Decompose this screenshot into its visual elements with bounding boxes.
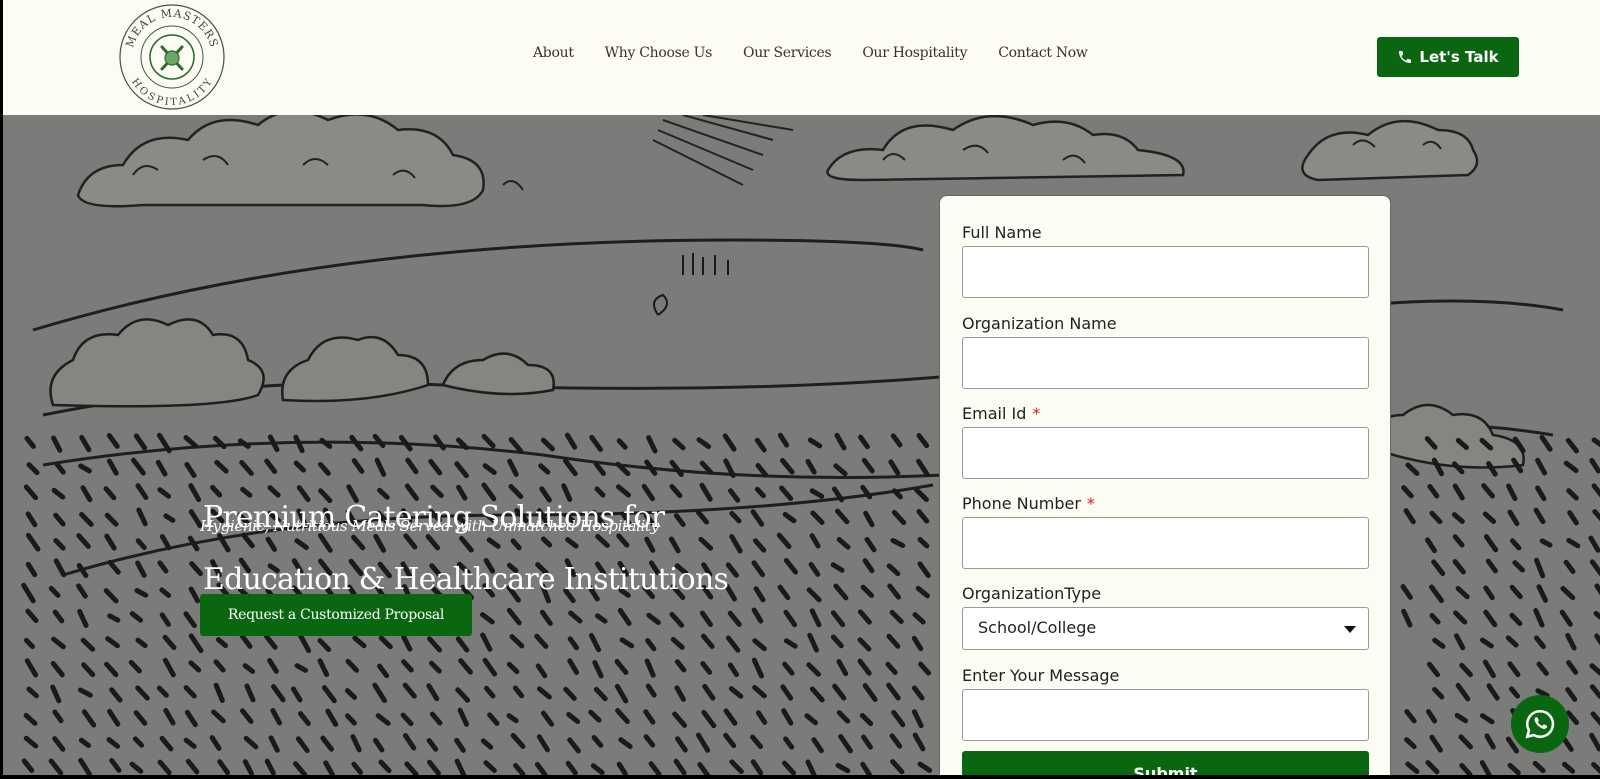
site-header: MEAL MASTERS HOSPITALITY About Why Choos… [3, 0, 1600, 115]
nav-our-services[interactable]: Our Services [743, 45, 832, 61]
org-type-select[interactable]: School/College [962, 607, 1369, 650]
lets-talk-button[interactable]: Let's Talk [1377, 37, 1519, 77]
brand-logo[interactable]: MEAL MASTERS HOSPITALITY [118, 3, 226, 111]
email-label: Email Id * [962, 404, 1041, 423]
request-proposal-button[interactable]: Request a Customized Proposal [200, 594, 472, 636]
hero-title: Premium Catering Solutions for Education… [203, 487, 763, 611]
required-mark: * [1032, 404, 1041, 423]
chevron-down-icon [1344, 626, 1356, 633]
full-name-input[interactable] [962, 246, 1369, 298]
phone-label: Phone Number * [962, 494, 1095, 513]
org-name-input[interactable] [962, 337, 1369, 389]
lets-talk-label: Let's Talk [1419, 48, 1499, 66]
required-mark: * [1086, 494, 1095, 513]
nav-about[interactable]: About [533, 45, 574, 61]
main-nav: About Why Choose Us Our Services Our Hos… [533, 45, 1119, 61]
org-type-label: OrganizationType [962, 584, 1102, 603]
phone-icon [1399, 51, 1412, 63]
nav-our-hospitality[interactable]: Our Hospitality [862, 45, 967, 61]
phone-input[interactable] [962, 517, 1369, 569]
contact-form: Full Name Organization Name Email Id * Ph… [939, 195, 1391, 779]
nav-why-choose-us[interactable]: Why Choose Us [605, 45, 713, 61]
full-name-label: Full Name [962, 223, 1042, 242]
whatsapp-icon [1525, 709, 1555, 739]
whatsapp-button[interactable] [1511, 695, 1569, 753]
bottom-edge [0, 775, 1600, 779]
message-input[interactable] [962, 689, 1369, 741]
hero-subtitle: Hygienic, Nutritious Meals Served with U… [200, 517, 659, 535]
email-input[interactable] [962, 427, 1369, 479]
message-label: Enter Your Message [962, 666, 1120, 685]
nav-contact-now[interactable]: Contact Now [998, 45, 1088, 61]
org-type-value: School/College [978, 618, 1097, 637]
org-name-label: Organization Name [962, 314, 1117, 333]
